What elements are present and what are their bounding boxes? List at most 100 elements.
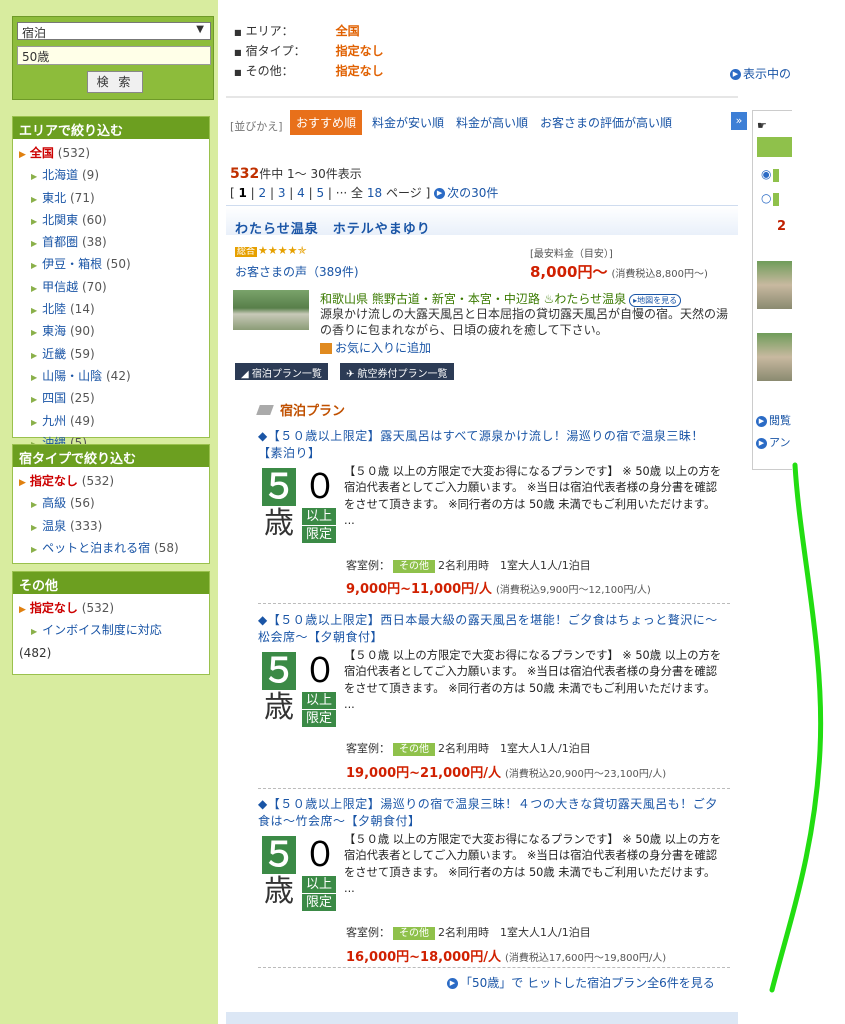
plan-description: 【５０歳 以上の方限定で大変お得になるプランです】 ※ 50歳 以上の方を宿泊代… (344, 649, 722, 711)
page-4[interactable]: 4 (297, 186, 305, 200)
right-link-survey-text[interactable]: アン (769, 436, 791, 449)
other-item-none-link[interactable]: 指定なし (30, 601, 78, 615)
sort-price-high[interactable]: 料金が高い順 (456, 114, 528, 131)
area-item[interactable]: ▶ 山陽・山陰 (42) (19, 366, 203, 388)
arrow-icon: ▶ (31, 522, 38, 532)
area-item-count: (14) (70, 302, 95, 317)
more-plans-link-text[interactable]: 「50歳」で ヒットした宿泊プラン全6件を見る (460, 976, 715, 990)
other-item-invoice[interactable]: ▶ インボイス制度に対応 (19, 620, 203, 642)
type-item-link[interactable]: 温泉 (42, 519, 66, 533)
plan-description: 【５０歳 以上の方限定で大変お得になるプランです】 ※ 50歳 以上の方を宿泊代… (344, 465, 722, 527)
area-item[interactable]: ▶ 伊豆・箱根 (50) (19, 254, 203, 276)
right-link-browse[interactable]: ▶ 閲覧 (756, 410, 791, 432)
area-item[interactable]: ▶ 四国 (25) (19, 388, 203, 410)
arrow-icon: ▶ (31, 172, 38, 182)
type-item-link[interactable]: ペットと泊まれる宿 (42, 541, 150, 555)
hotel-rating: 総合 ★★★★✯ (235, 244, 307, 257)
area-item-link[interactable]: 山陽・山陰 (42, 369, 102, 383)
hotel-photo[interactable] (233, 290, 309, 330)
favorite-link-text[interactable]: お気に入りに追加 (335, 341, 431, 355)
location-text[interactable]: 和歌山県 熊野古道・新宮・本宮・中辺路 ♨わたらせ温泉 (320, 292, 626, 306)
radio-option[interactable]: ○ (761, 191, 771, 205)
area-item-link[interactable]: 九州 (42, 414, 66, 428)
page-2[interactable]: 2 (259, 186, 267, 200)
fifty-plus-badge: ５０ 歳以上 限定 (262, 468, 340, 548)
area-item[interactable]: ▶ 九州 (49) (19, 411, 203, 433)
plan-section-header: 宿泊プラン (256, 400, 345, 419)
other-panel-title: その他 (13, 572, 209, 594)
area-item[interactable]: ▶ 北海道 (9) (19, 165, 203, 187)
hotel-name[interactable]: わたらせ温泉 ホテルやまゆり (235, 218, 431, 237)
area-item[interactable]: ▶ 北陸 (14) (19, 299, 203, 321)
min-price: 8,000円～ (消費税込8,800円～) (530, 261, 708, 282)
search-button[interactable]: 検 索 (87, 71, 143, 93)
area-item-link[interactable]: 近畿 (42, 347, 66, 361)
type-item-link[interactable]: 高級 (42, 496, 66, 510)
other-list: ▶ 指定なし (532) ▶ インボイス制度に対応 (482) (13, 594, 209, 667)
badge-digit-5: ５ (262, 835, 296, 875)
badge-gentei: 限定 (302, 526, 336, 543)
reviews-link[interactable]: お客さまの声（389件) (235, 263, 359, 280)
area-panel: エリアで絞り込む ▶ 全国 (532) ▶ 北海道 (9) ▶ 東北 (71) ▶ 北関東 … (12, 116, 210, 450)
keyword-input[interactable]: 50歳 (17, 46, 211, 65)
plan-room: 客室例： その他 2名利用時 1室大人1人/1泊目 (346, 740, 591, 756)
area-item[interactable]: ▶ 甲信越 (70) (19, 277, 203, 299)
type-item-none-link[interactable]: 指定なし (30, 474, 78, 488)
area-item-all-link[interactable]: 全国 (30, 146, 54, 160)
thumbnail-photo[interactable] (757, 261, 792, 309)
area-list: ▶ 全国 (532) ▶ 北海道 (9) ▶ 東北 (71) ▶ 北関東 (60) ▶ 首都圏 … (13, 139, 209, 459)
type-item[interactable]: ▶ 温泉 (333) (19, 516, 203, 538)
area-item[interactable]: ▶ 東北 (71) (19, 188, 203, 210)
area-item-all-count: (532) (57, 146, 91, 160)
area-item-link[interactable]: 東海 (42, 324, 66, 338)
plan-price-value: 9,000円~11,000円/人 (346, 582, 492, 597)
favorite-link[interactable]: お気に入りに追加 (320, 339, 431, 356)
type-select[interactable]: 宿泊 ▼ (17, 22, 211, 40)
next-page-link[interactable]: 次の30件 (447, 186, 498, 200)
sort-rating[interactable]: お客さまの評価が高い順 (540, 114, 672, 131)
arrow-icon: ▶ (31, 216, 38, 226)
condition-value: 指定なし (335, 64, 384, 78)
pen-icon (256, 405, 274, 415)
area-item[interactable]: ▶ 北関東 (60) (19, 210, 203, 232)
fifty-plus-badge: ５０ 歳以上 限定 (262, 652, 340, 732)
type-item-none[interactable]: ▶ 指定なし (532) (19, 471, 203, 493)
area-item-link[interactable]: 四国 (42, 391, 66, 405)
thumbnail-photo[interactable] (757, 333, 792, 381)
area-item-link[interactable]: 伊豆・箱根 (42, 257, 102, 271)
radio-option[interactable]: ◉ (761, 167, 771, 181)
room-info: 2名利用時 1室大人1人/1泊目 (438, 559, 591, 572)
show-middle-link-text[interactable]: 表示中の (743, 67, 791, 81)
other-item-none[interactable]: ▶ 指定なし (532) (19, 598, 203, 620)
page-3[interactable]: 3 (278, 186, 286, 200)
area-item-link[interactable]: 北陸 (42, 302, 66, 316)
plan-title[interactable]: ◆【５０歳以上限定】露天風呂はすべて源泉かけ流し！湯巡りの宿で温泉三昧！【素泊り… (258, 428, 724, 462)
area-item[interactable]: ▶ 東海 (90) (19, 321, 203, 343)
hand-icon: ☛ (757, 119, 767, 132)
sort-next-button[interactable]: » (731, 112, 747, 130)
area-item[interactable]: ▶ 首都圏 (38) (19, 232, 203, 254)
more-plans-link[interactable]: ▶ 「50歳」で ヒットした宿泊プラン全6件を見る (447, 974, 715, 991)
other-item-invoice-link[interactable]: インボイス制度に対応 (42, 623, 162, 637)
right-link-browse-text[interactable]: 閲覧 (769, 414, 791, 427)
area-item-link[interactable]: 東北 (42, 191, 66, 205)
area-item-link[interactable]: 首都圏 (42, 235, 78, 249)
sort-recommended[interactable]: おすすめ順 (290, 110, 363, 135)
sidebar: 宿泊 ▼ 50歳 検 索 エリアで絞り込む ▶ 全国 (532) ▶ 北海道 (9) ▶… (0, 0, 218, 1024)
plan-list-button[interactable]: ◢ 宿泊プラン一覧 (235, 363, 328, 380)
area-item[interactable]: ▶ 近畿 (59) (19, 344, 203, 366)
sort-price-low[interactable]: 料金が安い順 (372, 114, 444, 131)
next-hotel-bar (226, 1012, 738, 1024)
area-item-link[interactable]: 北海道 (42, 168, 78, 182)
plan-title[interactable]: ◆【５０歳以上限定】西日本最大級の露天風呂を堪能！ご夕食はちょっと贅沢に～松会席… (258, 612, 724, 646)
type-item[interactable]: ▶ 高級 (56) (19, 493, 203, 515)
type-item[interactable]: ▶ ペットと泊まれる宿 (58) (19, 538, 203, 560)
page-5[interactable]: 5 (316, 186, 324, 200)
area-item-link[interactable]: 甲信越 (42, 280, 78, 294)
area-item-all[interactable]: ▶ 全国 (532) (19, 143, 203, 165)
page-last[interactable]: 18 (367, 186, 382, 200)
area-item-link[interactable]: 北関東 (42, 213, 78, 227)
air-plan-list-button[interactable]: ✈ 航空券付プラン一覧 (340, 363, 454, 380)
plan-title[interactable]: ◆【５０歳以上限定】湯巡りの宿で温泉三昧！４つの大きな貸切露天風呂も！ご夕食は～… (258, 796, 724, 830)
show-middle-link[interactable]: ▶ 表示中の (730, 65, 791, 82)
